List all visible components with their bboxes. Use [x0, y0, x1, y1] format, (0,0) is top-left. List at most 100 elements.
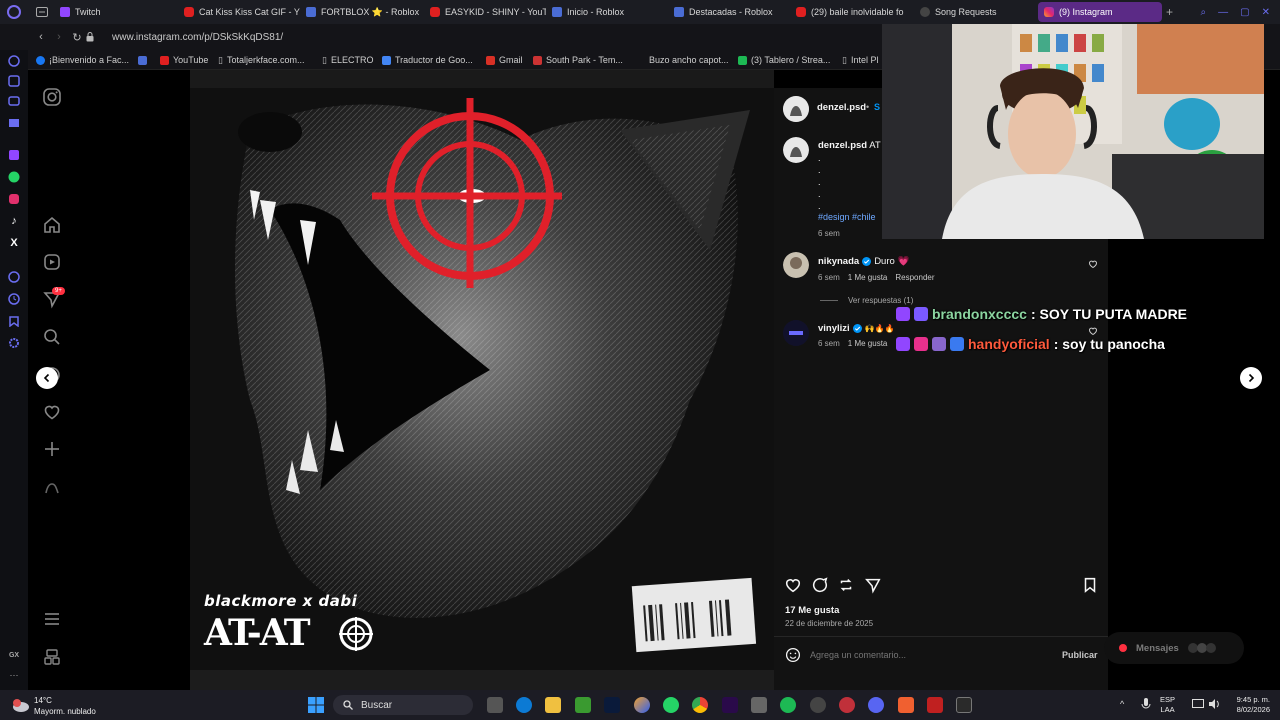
tray-chevron-icon[interactable]: ^: [1120, 699, 1124, 709]
bookmark-totaljerkface[interactable]: ▯ Totaljerkface.com...: [218, 53, 304, 67]
comment-likes[interactable]: 1 Me gusta: [848, 339, 888, 348]
bookmark-electro[interactable]: ▯ ELECTRO: [322, 53, 373, 67]
opera-logo-icon[interactable]: [0, 0, 28, 24]
gx-icon[interactable]: GX: [7, 648, 21, 662]
vegas-icon[interactable]: [634, 697, 650, 713]
comment-bubble-icon[interactable]: [811, 576, 829, 594]
bookmark-gmail[interactable]: Gmail: [486, 53, 523, 67]
opera-gx-taskbar-icon[interactable]: [839, 697, 855, 713]
comment-username[interactable]: vinylizi: [818, 323, 850, 334]
bookmark-facebook[interactable]: ¡Bienvenido a Fac...: [36, 53, 129, 67]
notifications-heart-icon[interactable]: [42, 402, 62, 422]
firefox-icon[interactable]: [898, 697, 914, 713]
tab-cat-gif[interactable]: Cat Kiss Kiss Cat GIF - Y: [178, 2, 300, 22]
settings-icon[interactable]: [7, 336, 21, 350]
workspaces-icon[interactable]: [30, 0, 54, 24]
reply-button[interactable]: Responder: [895, 273, 934, 282]
chrome-icon[interactable]: [692, 697, 708, 713]
like-heart-icon[interactable]: [784, 576, 802, 594]
bookmark-traductor[interactable]: Traductor de Goo...: [382, 53, 473, 67]
tab-easykid[interactable]: EASYKID - SHINY - YouT: [424, 2, 546, 22]
messages-pill[interactable]: Mensajes: [1104, 632, 1244, 664]
tab-fortblox[interactable]: FORTBLOX ⭐ - Roblox: [300, 2, 424, 22]
x-twitter-icon[interactable]: X: [7, 236, 21, 250]
bookmark-youtube[interactable]: YouTube: [160, 53, 208, 67]
twitch-sidebar-icon[interactable]: [7, 148, 21, 162]
messenger-icon[interactable]: [7, 94, 21, 108]
volume-icon[interactable]: [1208, 699, 1220, 709]
comment-avatar-vinylizi[interactable]: [783, 320, 809, 346]
repost-icon[interactable]: [837, 576, 855, 594]
likes-count[interactable]: 17 Me gusta: [785, 605, 839, 616]
weather-widget[interactable]: 14°C Mayorm. nublado: [34, 695, 96, 717]
microphone-icon[interactable]: [1141, 698, 1151, 710]
player-icon[interactable]: [7, 270, 21, 284]
search-icon[interactable]: [42, 327, 62, 347]
aria-icon[interactable]: [7, 54, 21, 68]
comment-avatar-nikynada[interactable]: [783, 252, 809, 278]
weather-icon[interactable]: [10, 695, 30, 715]
caption-username[interactable]: denzel.psd: [818, 140, 867, 151]
bookmarks-sidebar-icon[interactable]: [7, 314, 21, 328]
workspace-icon[interactable]: [7, 74, 21, 88]
author-username[interactable]: denzel.psd: [817, 102, 866, 113]
reels-icon[interactable]: [42, 252, 62, 272]
follow-button[interactable]: S: [874, 102, 880, 112]
forward-icon[interactable]: ›: [50, 31, 68, 43]
direct-send-icon[interactable]: 9+: [42, 287, 65, 309]
windows-start-icon[interactable]: [307, 696, 325, 714]
author-avatar[interactable]: [783, 96, 809, 122]
next-post-button[interactable]: [1240, 367, 1262, 389]
more-menu-icon[interactable]: [42, 609, 62, 629]
clock[interactable]: 9:45 p. m. 8/02/2026: [1226, 695, 1270, 715]
photoshop-icon[interactable]: [604, 697, 620, 713]
epic-games-icon[interactable]: [956, 697, 972, 713]
edge-icon[interactable]: [516, 697, 532, 713]
discord-icon[interactable]: [868, 697, 884, 713]
instagram-sidebar-icon[interactable]: [7, 192, 21, 206]
premiere-icon[interactable]: [722, 697, 738, 713]
tab-instagram[interactable]: (9) Instagram: [1038, 2, 1162, 22]
tab-twitch[interactable]: Twitch: [54, 2, 174, 22]
obs-icon[interactable]: [810, 697, 826, 713]
view-replies-button[interactable]: Ver respuestas (1): [848, 296, 913, 305]
minimize-icon[interactable]: —: [1218, 7, 1228, 18]
url-text[interactable]: www.instagram.com/p/DSkSkKqDS81/: [112, 32, 283, 43]
home-icon[interactable]: [42, 215, 62, 235]
history-icon[interactable]: [7, 292, 21, 306]
comment-likes[interactable]: 1 Me gusta: [848, 273, 888, 282]
publish-button[interactable]: Publicar: [1062, 650, 1098, 660]
tab-inicio-roblox[interactable]: Inicio - Roblox: [546, 2, 668, 22]
tab-baile[interactable]: (29) baile inolvidable fo: [790, 2, 912, 22]
minecraft-icon[interactable]: [575, 697, 591, 713]
comment-like-heart-icon[interactable]: [1088, 259, 1098, 269]
mail-icon[interactable]: [7, 116, 21, 130]
new-tab-icon[interactable]: +: [1166, 5, 1173, 19]
tab-destacadas[interactable]: Destacadas - Roblox: [668, 2, 790, 22]
more-icon[interactable]: ···: [7, 668, 21, 682]
close-window-icon[interactable]: ✕: [1262, 7, 1270, 18]
bookmark-south-park[interactable]: South Park - Tem...: [533, 53, 623, 67]
bookmark-roblox[interactable]: [138, 53, 147, 67]
taskbar-search[interactable]: Buscar: [333, 695, 473, 715]
bookmark-intel[interactable]: ▯ Intel Pl: [842, 53, 878, 67]
maximize-icon[interactable]: ▢: [1240, 7, 1249, 18]
tiktok-icon[interactable]: ♪: [7, 214, 21, 228]
share-send-icon[interactable]: [864, 576, 882, 594]
reload-icon[interactable]: ↻: [68, 31, 86, 44]
file-explorer-icon[interactable]: [545, 697, 561, 713]
comment-input[interactable]: [810, 647, 1030, 663]
task-view-icon[interactable]: [487, 697, 503, 713]
caption-hashtags[interactable]: #design #chile: [818, 212, 876, 222]
comment-like-heart-icon[interactable]: [1088, 326, 1098, 336]
whatsapp-taskbar-icon[interactable]: [663, 697, 679, 713]
also-from-meta-icon[interactable]: [42, 647, 62, 667]
spotify-icon[interactable]: [780, 697, 796, 713]
language-indicator[interactable]: ESP LAA: [1160, 695, 1175, 715]
instagram-logo-icon[interactable]: [42, 87, 62, 107]
post-image[interactable]: blackmore x dabi AT-AT: [190, 70, 774, 690]
profile-avatar-icon[interactable]: [42, 477, 62, 497]
game-launcher-icon[interactable]: [927, 697, 943, 713]
previous-post-button[interactable]: [36, 367, 58, 389]
search-tabs-icon[interactable]: ⌕: [1201, 7, 1207, 18]
